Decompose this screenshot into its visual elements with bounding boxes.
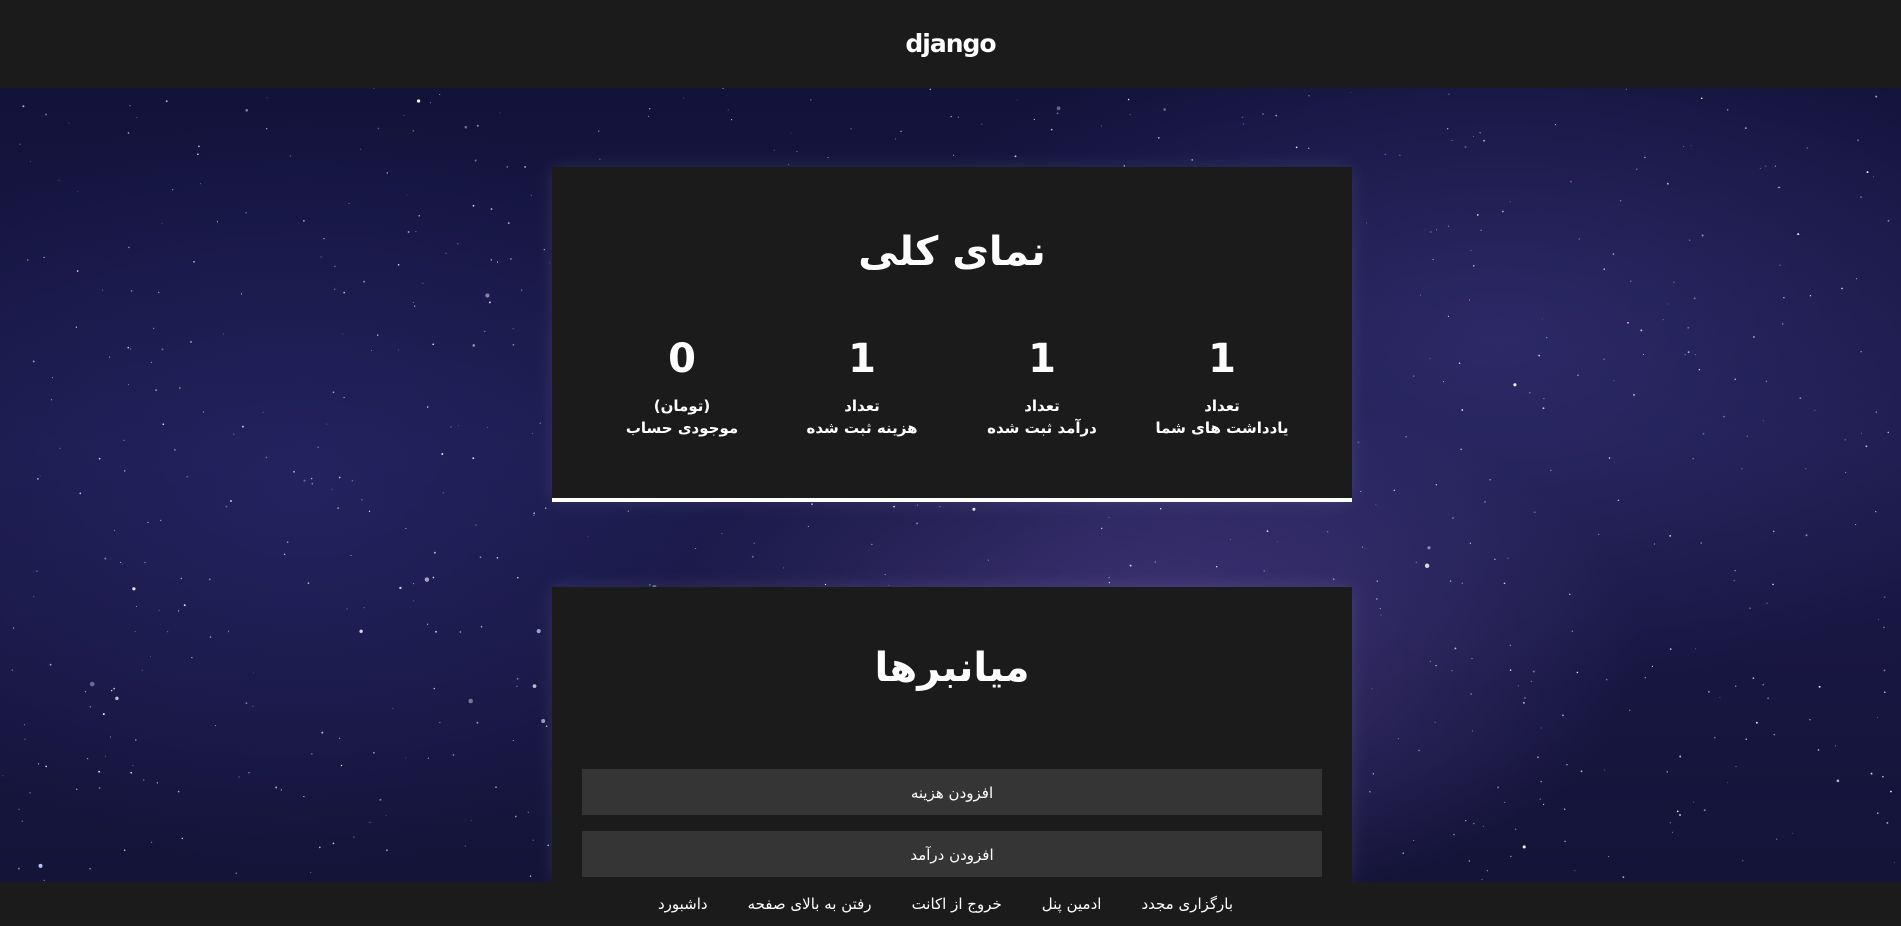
footer-bar: بارگزاری مجدد ادمین پنل خروج از اکانت رف… [0, 882, 1901, 926]
stat-notes-count: 1 تعداد یادداشت های شما [1137, 337, 1307, 439]
stat-sublabel: موجودی حساب [625, 419, 739, 437]
stat-sublabel: درآمد ثبت شده [987, 419, 1097, 437]
stat-value: 1 [1208, 336, 1236, 382]
stat-label: تعداد [1204, 397, 1240, 415]
footer-link-admin-panel[interactable]: ادمین پنل [1042, 895, 1102, 913]
django-logo[interactable]: django [905, 29, 996, 58]
stat-sublabel: هزینه ثبت شده [806, 419, 918, 437]
footer-nav: بارگزاری مجدد ادمین پنل خروج از اکانت رف… [658, 895, 1243, 913]
stat-sublabel: یادداشت های شما [1155, 419, 1289, 437]
overview-stats: 1 تعداد یادداشت های شما 1 تعداد درآمد ثب… [592, 337, 1312, 439]
footer-link-back-to-top[interactable]: رفتن به بالای صفحه [748, 895, 872, 913]
stat-income-count: 1 تعداد درآمد ثبت شده [957, 337, 1127, 439]
overview-card: نمای کلی 1 تعداد یادداشت های شما 1 تعداد… [552, 167, 1352, 502]
stat-value: 1 [848, 336, 876, 382]
add-income-button[interactable]: افزودن درآمد [582, 831, 1322, 877]
shortcuts-card: میانبرها افزودن هزینه افزودن درآمد [552, 587, 1352, 882]
top-bar: django [0, 0, 1901, 88]
stat-expense-count: 1 تعداد هزینه ثبت شده [777, 337, 947, 439]
footer-link-reload[interactable]: بارگزاری مجدد [1141, 895, 1233, 913]
stat-label: تعداد [1024, 397, 1060, 415]
stat-value: 0 [668, 336, 696, 382]
add-expense-button[interactable]: افزودن هزینه [582, 769, 1322, 815]
stat-label: (تومان) [653, 397, 711, 415]
overview-title: نمای کلی [858, 229, 1046, 275]
stat-label: تعداد [844, 397, 880, 415]
footer-link-logout[interactable]: خروج از اکانت [912, 895, 1002, 913]
stat-value: 1 [1028, 336, 1056, 382]
shortcuts-title: میانبرها [874, 645, 1030, 691]
footer-link-dashboard[interactable]: داشبورد [658, 895, 708, 913]
stat-account-balance: 0 (تومان) موجودی حساب [597, 337, 767, 439]
